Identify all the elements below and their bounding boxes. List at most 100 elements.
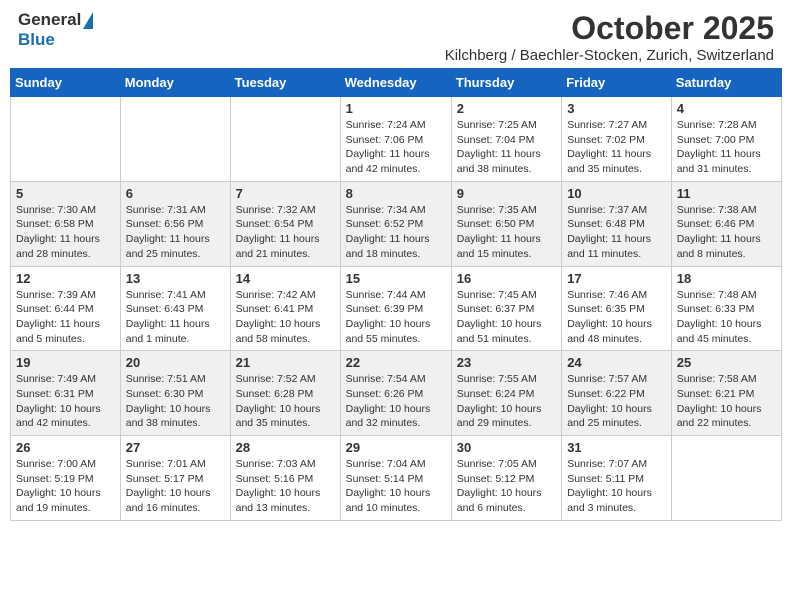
table-row: 21 Sunrise: 7:52 AM Sunset: 6:28 PM Dayli… [230, 351, 340, 436]
day-info: Sunrise: 7:07 AM Sunset: 5:11 PM Dayligh… [567, 457, 666, 516]
day-number: 8 [346, 186, 446, 201]
col-friday: Friday [562, 69, 672, 97]
page-header: General Blue October 2025 Kilchberg / Ba… [10, 10, 782, 64]
calendar-week-row: 26Sunrise: 7:00 AM Sunset: 5:19 PM Dayli… [11, 436, 782, 521]
calendar-title: October 2025 [445, 10, 774, 47]
day-info: Sunrise: 7:04 AM Sunset: 5:14 PM Dayligh… [346, 457, 446, 516]
day-number: 29 [346, 440, 446, 455]
col-sunday: Sunday [11, 69, 121, 97]
table-row: 14 Sunrise: 7:42 AM Sunset: 6:41 PM Dayli… [230, 266, 340, 351]
day-info: Sunrise: 7:49 AM Sunset: 6:31 PM Dayligh… [16, 372, 115, 431]
table-row: 30Sunrise: 7:05 AM Sunset: 5:12 PM Dayli… [451, 436, 561, 521]
table-row: 19Sunrise: 7:49 AM Sunset: 6:31 PM Dayli… [11, 351, 121, 436]
col-wednesday: Wednesday [340, 69, 451, 97]
day-info: Sunrise: 7:57 AM Sunset: 6:22 PM Dayligh… [567, 372, 666, 431]
day-info: Sunrise: 7:44 AM Sunset: 6:39 PM Dayligh… [346, 288, 446, 347]
day-number: 6 [126, 186, 225, 201]
day-number: 7 [236, 186, 335, 201]
day-info: Sunrise: 7:48 AM Sunset: 6:33 PM Dayligh… [677, 288, 776, 347]
day-number: 20 [126, 355, 225, 370]
table-row: 24 Sunrise: 7:57 AM Sunset: 6:22 PM Dayli… [562, 351, 672, 436]
day-info: Sunrise: 7:42 AM Sunset: 6:41 PM Dayligh… [236, 288, 335, 347]
day-info: Sunrise: 7:32 AM Sunset: 6:54 PM Dayligh… [236, 203, 335, 262]
day-number: 24 [567, 355, 666, 370]
table-row: 15Sunrise: 7:44 AM Sunset: 6:39 PM Dayli… [340, 266, 451, 351]
day-number: 16 [457, 271, 556, 286]
day-number: 18 [677, 271, 776, 286]
table-row: 12 Sunrise: 7:39 AM Sunset: 6:44 PM Dayli… [11, 266, 121, 351]
day-info: Sunrise: 7:25 AM Sunset: 7:04 PM Dayligh… [457, 118, 556, 177]
col-thursday: Thursday [451, 69, 561, 97]
table-row: 2 Sunrise: 7:25 AM Sunset: 7:04 PM Daylig… [451, 97, 561, 182]
table-row: 23Sunrise: 7:55 AM Sunset: 6:24 PM Dayli… [451, 351, 561, 436]
table-row: 20 Sunrise: 7:51 AM Sunset: 6:30 PM Dayli… [120, 351, 230, 436]
table-row: 1 Sunrise: 7:24 AM Sunset: 7:06 PM Daylig… [340, 97, 451, 182]
table-row: 4 Sunrise: 7:28 AM Sunset: 7:00 PM Daylig… [671, 97, 781, 182]
table-row: 18 Sunrise: 7:48 AM Sunset: 6:33 PM Dayli… [671, 266, 781, 351]
day-info: Sunrise: 7:41 AM Sunset: 6:43 PM Dayligh… [126, 288, 225, 347]
table-row: 25 Sunrise: 7:58 AM Sunset: 6:21 PM Dayli… [671, 351, 781, 436]
day-number: 12 [16, 271, 115, 286]
day-info: Sunrise: 7:31 AM Sunset: 6:56 PM Dayligh… [126, 203, 225, 262]
day-info: Sunrise: 7:52 AM Sunset: 6:28 PM Dayligh… [236, 372, 335, 431]
day-info: Sunrise: 7:34 AM Sunset: 6:52 PM Dayligh… [346, 203, 446, 262]
day-info: Sunrise: 7:35 AM Sunset: 6:50 PM Dayligh… [457, 203, 556, 262]
day-number: 25 [677, 355, 776, 370]
logo-blue-text: Blue [18, 30, 55, 49]
table-row: 5Sunrise: 7:30 AM Sunset: 6:58 PM Daylig… [11, 181, 121, 266]
day-number: 21 [236, 355, 335, 370]
table-row: 16 Sunrise: 7:45 AM Sunset: 6:37 PM Dayli… [451, 266, 561, 351]
day-info: Sunrise: 7:45 AM Sunset: 6:37 PM Dayligh… [457, 288, 556, 347]
day-number: 1 [346, 101, 446, 116]
day-info: Sunrise: 7:03 AM Sunset: 5:16 PM Dayligh… [236, 457, 335, 516]
calendar-week-row: 5Sunrise: 7:30 AM Sunset: 6:58 PM Daylig… [11, 181, 782, 266]
col-monday: Monday [120, 69, 230, 97]
day-number: 9 [457, 186, 556, 201]
day-number: 28 [236, 440, 335, 455]
table-row: 27Sunrise: 7:01 AM Sunset: 5:17 PM Dayli… [120, 436, 230, 521]
table-row: 8 Sunrise: 7:34 AM Sunset: 6:52 PM Daylig… [340, 181, 451, 266]
day-number: 4 [677, 101, 776, 116]
day-number: 13 [126, 271, 225, 286]
day-info: Sunrise: 7:05 AM Sunset: 5:12 PM Dayligh… [457, 457, 556, 516]
day-number: 14 [236, 271, 335, 286]
day-info: Sunrise: 7:58 AM Sunset: 6:21 PM Dayligh… [677, 372, 776, 431]
table-row: 31 Sunrise: 7:07 AM Sunset: 5:11 PM Dayli… [562, 436, 672, 521]
table-row: 6 Sunrise: 7:31 AM Sunset: 6:56 PM Daylig… [120, 181, 230, 266]
day-number: 3 [567, 101, 666, 116]
table-row: 10Sunrise: 7:37 AM Sunset: 6:48 PM Dayli… [562, 181, 672, 266]
calendar-week-row: 19Sunrise: 7:49 AM Sunset: 6:31 PM Dayli… [11, 351, 782, 436]
table-row: 17Sunrise: 7:46 AM Sunset: 6:35 PM Dayli… [562, 266, 672, 351]
day-number: 5 [16, 186, 115, 201]
logo: General Blue [18, 10, 93, 50]
logo-triangle-icon [83, 12, 93, 29]
day-info: Sunrise: 7:46 AM Sunset: 6:35 PM Dayligh… [567, 288, 666, 347]
table-row: 29 Sunrise: 7:04 AM Sunset: 5:14 PM Dayli… [340, 436, 451, 521]
table-row: 3Sunrise: 7:27 AM Sunset: 7:02 PM Daylig… [562, 97, 672, 182]
logo-general-text: General [18, 10, 81, 30]
day-info: Sunrise: 7:28 AM Sunset: 7:00 PM Dayligh… [677, 118, 776, 177]
table-row: 22Sunrise: 7:54 AM Sunset: 6:26 PM Dayli… [340, 351, 451, 436]
table-row: 7 Sunrise: 7:32 AM Sunset: 6:54 PM Daylig… [230, 181, 340, 266]
day-info: Sunrise: 7:54 AM Sunset: 6:26 PM Dayligh… [346, 372, 446, 431]
day-number: 2 [457, 101, 556, 116]
day-info: Sunrise: 7:38 AM Sunset: 6:46 PM Dayligh… [677, 203, 776, 262]
table-row: 26Sunrise: 7:00 AM Sunset: 5:19 PM Dayli… [11, 436, 121, 521]
day-number: 31 [567, 440, 666, 455]
table-row: 11Sunrise: 7:38 AM Sunset: 6:46 PM Dayli… [671, 181, 781, 266]
day-info: Sunrise: 7:39 AM Sunset: 6:44 PM Dayligh… [16, 288, 115, 347]
table-row: 13 Sunrise: 7:41 AM Sunset: 6:43 PM Dayli… [120, 266, 230, 351]
day-number: 27 [126, 440, 225, 455]
table-row [11, 97, 121, 182]
day-number: 26 [16, 440, 115, 455]
table-row: 9 Sunrise: 7:35 AM Sunset: 6:50 PM Daylig… [451, 181, 561, 266]
calendar-table: Sunday Monday Tuesday Wednesday Thursday… [10, 68, 782, 521]
calendar-subtitle: Kilchberg / Baechler-Stocken, Zurich, Sw… [445, 47, 774, 64]
table-row [671, 436, 781, 521]
title-block: October 2025 Kilchberg / Baechler-Stocke… [445, 10, 774, 64]
calendar-header-row: Sunday Monday Tuesday Wednesday Thursday… [11, 69, 782, 97]
calendar-week-row: 1 Sunrise: 7:24 AM Sunset: 7:06 PM Daylig… [11, 97, 782, 182]
day-info: Sunrise: 7:51 AM Sunset: 6:30 PM Dayligh… [126, 372, 225, 431]
day-number: 10 [567, 186, 666, 201]
day-info: Sunrise: 7:24 AM Sunset: 7:06 PM Dayligh… [346, 118, 446, 177]
